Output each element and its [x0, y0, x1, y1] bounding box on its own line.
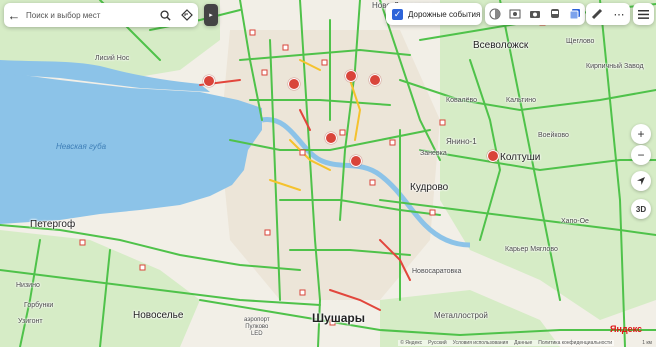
label-airport-pulkovo: аэропорт Пулково LED — [244, 317, 270, 337]
search-input[interactable] — [24, 10, 154, 20]
3d-button[interactable]: 3D — [631, 199, 651, 219]
zoom-in-button[interactable]: + — [631, 124, 651, 144]
hamburger-icon — [638, 9, 649, 19]
label-lisiy-nos: Лисий Нос — [95, 55, 130, 62]
label-gorbunki: Горбунки — [24, 302, 54, 309]
footer-terms[interactable]: Условия использования — [453, 340, 509, 346]
map-footer: © Яндекс Русский Условия использования Д… — [398, 340, 614, 346]
label-vsevolozhsk: Всеволожск — [473, 40, 529, 51]
label-xapo-oe: Хапо-Ое — [561, 218, 589, 225]
accident-pin[interactable] — [369, 74, 381, 86]
geolocation-button[interactable] — [631, 171, 651, 191]
accident-pin[interactable] — [325, 132, 337, 144]
tools-toolbar: ⋯ — [586, 3, 630, 25]
zoom-out-button[interactable]: − — [631, 145, 651, 165]
accident-pin[interactable] — [487, 150, 499, 162]
label-kaltino: Кальтино — [506, 97, 537, 104]
label-nizino: Низино — [16, 282, 40, 289]
traffic-layer-icon[interactable] — [488, 7, 502, 21]
label-nevskaya-guba: Невская губа — [56, 142, 107, 151]
traffic-events-label: Дорожные события — [408, 9, 481, 19]
back-arrow-icon[interactable]: ← — [4, 8, 24, 23]
search-icon[interactable] — [154, 3, 176, 27]
navigator-button[interactable]: ▸ — [204, 4, 218, 26]
label-kudrovo: Кудрово — [410, 182, 449, 193]
label-uzigont: Узигонт — [18, 318, 43, 325]
yandex-logo: Яндекс — [609, 324, 642, 334]
footer-copyright[interactable]: © Яндекс — [400, 340, 422, 346]
label-yanino: Янино-1 — [446, 137, 477, 146]
panorama-icon[interactable] — [508, 7, 522, 21]
label-karer: Карьер Мяглово — [505, 246, 558, 253]
label-voeikovo: Воейково — [538, 132, 569, 139]
menu-button[interactable] — [633, 3, 654, 25]
accident-pin[interactable] — [288, 78, 300, 90]
label-shushary: Шушары — [312, 311, 365, 325]
checkbox-checked-icon[interactable]: ✓ — [392, 8, 403, 20]
label-koltushi: Колтуши — [500, 152, 541, 163]
location-arrow-icon — [637, 177, 645, 185]
route-icon[interactable] — [176, 3, 198, 27]
label-peterhof: Петергоф — [30, 219, 76, 230]
traffic-events-toggle[interactable]: ✓ Дорожные события — [386, 3, 482, 25]
accident-pin[interactable] — [345, 70, 357, 82]
map-canvas[interactable] — [0, 0, 656, 347]
accident-pin[interactable] — [350, 155, 362, 167]
transit-bus-icon[interactable] — [548, 7, 562, 21]
search-panel: ← — [4, 3, 198, 27]
accident-pin[interactable] — [203, 75, 215, 87]
map-layers-toolbar — [485, 3, 585, 25]
layers-icon[interactable] — [568, 7, 582, 21]
scale-bar: 1 км — [642, 340, 652, 346]
ruler-icon[interactable] — [590, 7, 604, 21]
footer-privacy[interactable]: Политика конфиденциальности — [538, 340, 612, 346]
label-shcheglovo: Щеглово — [566, 38, 595, 45]
label-kirpichny: Кирпичный Завод — [586, 63, 644, 70]
footer-language[interactable]: Русский — [428, 340, 447, 346]
label-metallostroy: Металлострой — [434, 311, 488, 320]
label-zanevka: Заневка — [420, 150, 447, 157]
label-novoselye: Новоселье — [133, 310, 184, 321]
more-icon[interactable]: ⋯ — [612, 7, 626, 21]
label-kovalyovo: Ковалёво — [446, 97, 478, 104]
camera-icon[interactable] — [528, 7, 542, 21]
play-icon: ▸ — [209, 12, 213, 19]
label-novosaratovka: Новосаратовка — [412, 268, 462, 275]
footer-data[interactable]: Данные — [514, 340, 532, 346]
